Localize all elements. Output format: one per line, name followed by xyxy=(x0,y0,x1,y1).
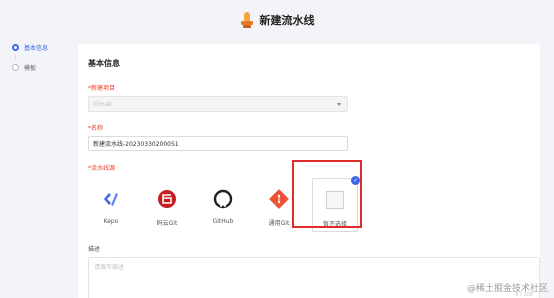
source-name: 暂不选择 xyxy=(322,221,347,228)
gitee-icon xyxy=(157,189,177,209)
source-option-kepo[interactable]: Kepo xyxy=(88,178,134,232)
section-title: 基本信息 xyxy=(88,59,120,68)
step-sidebar: 基本信息 模板 xyxy=(0,40,78,298)
source-label: *流水线源 xyxy=(88,163,540,172)
top-bar: 新建流水线 xyxy=(0,0,554,40)
step-label: 模板 xyxy=(24,64,37,72)
project-select-value: Gmail xyxy=(94,100,112,108)
source-option-none[interactable]: ✓ 暂不选择 xyxy=(312,176,360,232)
step-label: 基本信息 xyxy=(24,44,49,52)
source-name: GitHub xyxy=(212,218,234,225)
kepo-icon xyxy=(101,189,121,209)
source-option-github[interactable]: GitHub xyxy=(200,178,246,232)
git-icon xyxy=(269,189,289,209)
page-title: 新建流水线 xyxy=(259,14,315,27)
source-name: 通用Git xyxy=(268,220,290,227)
step-active-icon xyxy=(12,43,19,51)
chevron-down-icon xyxy=(337,102,341,106)
source-options: Kepo 码云Git GitHub 通用Git ✓ 暂不选择 xyxy=(88,176,540,232)
source-name: Kepo xyxy=(103,218,119,225)
app-logo xyxy=(240,12,254,28)
source-option-git[interactable]: 通用Git xyxy=(256,178,302,232)
watermark: @稀土掘金技术社区 xyxy=(466,284,548,294)
name-label-text: *名称 xyxy=(88,125,104,132)
empty-box-icon xyxy=(325,190,345,210)
step-inactive-icon xyxy=(12,63,19,71)
form-card: 基本信息 *新建项目 Gmail *名称 新建流水线-2023033020005… xyxy=(78,44,540,298)
step-basic-info[interactable]: 基本信息 xyxy=(0,40,78,54)
desc-label: 描述 xyxy=(88,246,101,253)
project-label: *新建项目 xyxy=(88,83,540,92)
source-label-text: *流水线源 xyxy=(88,165,116,172)
source-option-gitee[interactable]: 码云Git xyxy=(144,178,190,232)
github-icon xyxy=(213,189,233,209)
name-label: *名称 xyxy=(88,123,540,132)
project-label-text: *新建项目 xyxy=(88,85,116,92)
project-select[interactable]: Gmail xyxy=(88,96,348,112)
step-template[interactable]: 模板 xyxy=(0,60,78,74)
name-input[interactable]: 新建流水线-20230330200051 xyxy=(88,136,348,151)
check-icon: ✓ xyxy=(351,176,360,185)
desc-placeholder: 请填写描述 xyxy=(94,264,125,271)
source-name: 码云Git xyxy=(156,220,178,227)
